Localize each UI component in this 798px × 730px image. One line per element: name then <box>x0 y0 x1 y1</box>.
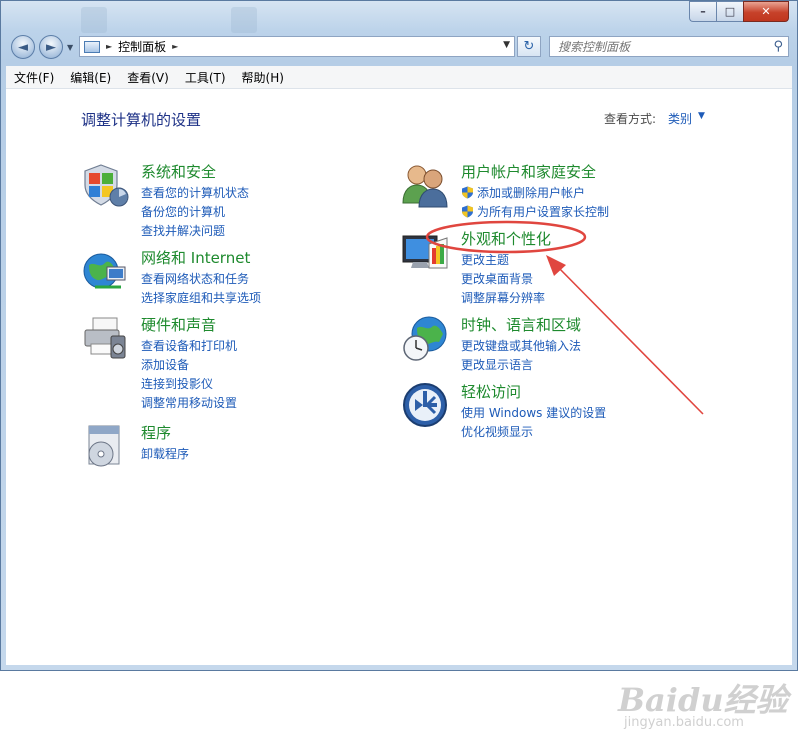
breadcrumb-control-panel[interactable]: 控制面板 <box>118 38 166 55</box>
link-add-remove-users-label[interactable]: 添加或删除用户帐户 <box>477 184 585 201</box>
uac-shield-icon <box>462 186 473 199</box>
programs-disc-icon[interactable] <box>81 422 129 470</box>
link-network-status[interactable]: 查看网络状态和任务 <box>141 269 261 288</box>
refresh-button[interactable]: ↻ <box>517 36 541 57</box>
category-heading-ease-of-access[interactable]: 轻松访问 <box>461 381 521 402</box>
link-add-remove-users[interactable]: 添加或删除用户帐户 <box>461 183 609 202</box>
link-windows-suggested-settings[interactable]: 使用 Windows 建议的设置 <box>461 403 606 422</box>
back-button[interactable]: ◄ <box>11 35 35 59</box>
link-screen-resolution[interactable]: 调整屏幕分辨率 <box>461 288 545 307</box>
category-heading-network-internet[interactable]: 网络和 Internet <box>141 247 250 268</box>
forward-button[interactable]: ► <box>39 35 63 59</box>
link-mobility-settings[interactable]: 调整常用移动设置 <box>141 393 237 412</box>
link-backup-computer[interactable]: 备份您的计算机 <box>141 202 249 221</box>
page-title: 调整计算机的设置 <box>81 111 202 129</box>
link-troubleshoot[interactable]: 查找并解决问题 <box>141 221 249 240</box>
menu-file[interactable]: 文件(F) <box>6 69 62 86</box>
link-uninstall-program[interactable]: 卸载程序 <box>141 444 189 463</box>
category-ease-of-access: 轻松访问 使用 Windows 建议的设置 优化视频显示 <box>401 381 671 443</box>
menu-edit[interactable]: 编辑(E) <box>62 69 119 86</box>
search-input[interactable] <box>556 38 760 55</box>
search-box[interactable]: ⚲ <box>549 36 789 57</box>
menu-bar: 文件(F) 编辑(E) 查看(V) 工具(T) 帮助(H) <box>6 66 792 89</box>
breadcrumb-separator-icon[interactable]: ► <box>172 42 178 51</box>
watermark-url: jingyan.baidu.com <box>624 715 744 730</box>
link-change-display-language[interactable]: 更改显示语言 <box>461 355 581 374</box>
chevron-down-icon[interactable]: ▼ <box>698 111 705 121</box>
control-panel-icon <box>84 40 100 53</box>
printer-speaker-icon[interactable] <box>81 314 129 362</box>
category-appearance: 外观和个性化 更改主题 更改桌面背景 调整屏幕分辨率 <box>401 228 671 308</box>
globe-network-icon[interactable] <box>81 247 129 295</box>
category-heading-hardware-sound[interactable]: 硬件和声音 <box>141 314 216 335</box>
link-change-input-method[interactable]: 更改键盘或其他输入法 <box>461 336 581 355</box>
category-user-accounts: 用户帐户和家庭安全 添加或删除用户帐户 为所有用户设置家长控制 <box>401 161 671 223</box>
category-heading-clock-language[interactable]: 时钟、语言和区域 <box>461 314 581 335</box>
category-network-internet: 网络和 Internet 查看网络状态和任务 选择家庭组和共享选项 <box>81 247 341 309</box>
category-clock-language: 时钟、语言和区域 更改键盘或其他输入法 更改显示语言 <box>401 314 671 376</box>
category-heading-programs[interactable]: 程序 <box>141 422 171 443</box>
search-icon[interactable]: ⚲ <box>773 39 783 54</box>
menu-view[interactable]: 查看(V) <box>119 69 177 86</box>
category-hardware-sound: 硬件和声音 查看设备和打印机 添加设备 连接到投影仪 调整常用移动设置 <box>81 314 341 412</box>
category-system-security: 系统和安全 查看您的计算机状态 备份您的计算机 查找并解决问题 <box>81 161 341 241</box>
menu-tools[interactable]: 工具(T) <box>177 69 234 86</box>
window-controls: – □ ✕ <box>689 1 789 22</box>
category-heading-appearance[interactable]: 外观和个性化 <box>461 228 551 249</box>
content-pane: 调整计算机的设置 查看方式: 类别 ▼ 系统和安全 查看您的计算机状态 备份您的… <box>6 89 792 730</box>
link-homegroup-sharing[interactable]: 选择家庭组和共享选项 <box>141 288 261 307</box>
address-dropdown-icon[interactable]: ▼ <box>503 40 510 50</box>
recent-pages-dropdown[interactable]: ▼ <box>67 43 73 52</box>
menu-help[interactable]: 帮助(H) <box>234 69 292 86</box>
link-change-theme[interactable]: 更改主题 <box>461 250 545 269</box>
category-heading-system-security[interactable]: 系统和安全 <box>141 161 216 182</box>
link-optimize-video-display[interactable]: 优化视频显示 <box>461 422 606 441</box>
watermark: Baidu经验 jingyan.baidu.com <box>618 675 788 730</box>
link-desktop-background[interactable]: 更改桌面背景 <box>461 269 545 288</box>
close-button[interactable]: ✕ <box>743 1 789 22</box>
window-frame: – □ ✕ ◄ ► ▼ ► 控制面板 ► ▼ ↻ ⚲ 文件(F) 编辑(E) 查… <box>0 0 798 730</box>
view-by-dropdown[interactable]: 类别 <box>668 110 692 127</box>
link-parental-controls-label[interactable]: 为所有用户设置家长控制 <box>477 203 609 220</box>
link-devices-printers[interactable]: 查看设备和打印机 <box>141 336 237 355</box>
background-desktop-icon <box>81 7 107 33</box>
maximize-button[interactable]: □ <box>716 1 743 22</box>
monitor-palette-icon[interactable] <box>401 228 449 276</box>
view-by-label: 查看方式: <box>604 112 657 126</box>
category-programs: 程序 卸载程序 <box>81 422 341 470</box>
address-bar[interactable]: ► 控制面板 ► ▼ <box>79 36 515 57</box>
link-parental-controls[interactable]: 为所有用户设置家长控制 <box>461 202 609 221</box>
link-view-computer-status[interactable]: 查看您的计算机状态 <box>141 183 249 202</box>
link-connect-projector[interactable]: 连接到投影仪 <box>141 374 237 393</box>
background-desktop-icon <box>231 7 257 33</box>
globe-clock-icon[interactable] <box>401 314 449 362</box>
users-icon[interactable] <box>401 161 449 209</box>
shield-flag-icon[interactable] <box>81 161 129 209</box>
uac-shield-icon <box>462 205 473 218</box>
link-add-device[interactable]: 添加设备 <box>141 355 237 374</box>
category-heading-user-accounts[interactable]: 用户帐户和家庭安全 <box>461 161 596 182</box>
ease-of-access-icon[interactable] <box>401 381 449 429</box>
minimize-button[interactable]: – <box>689 1 716 22</box>
breadcrumb-separator-icon[interactable]: ► <box>106 42 112 51</box>
